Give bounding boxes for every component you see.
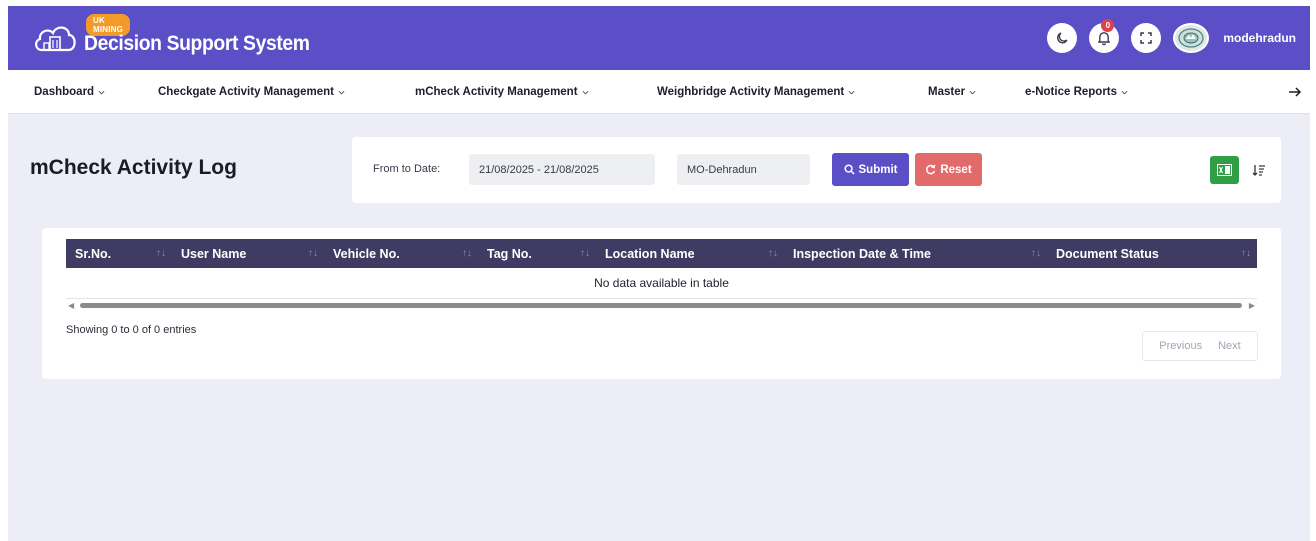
menu-scroll-button[interactable] [1288, 70, 1302, 114]
menu-label: mCheck Activity Management [415, 86, 578, 98]
sort-icon[interactable]: ↑↓ [156, 239, 166, 268]
sort-icon[interactable]: ↑↓ [768, 239, 778, 268]
menu-master[interactable]: Master [928, 70, 976, 114]
scroll-left-icon[interactable]: ◀ [68, 301, 74, 310]
sort-icon[interactable]: ↑↓ [1031, 239, 1041, 268]
menu-mcheck[interactable]: mCheck Activity Management [415, 70, 589, 114]
column-header-tag-no[interactable]: Tag No. [487, 239, 532, 268]
cloud-building-logo-icon [35, 26, 76, 52]
next-page-button[interactable]: Next [1218, 340, 1241, 352]
chevron-down-icon [98, 90, 105, 94]
menu-label: Weighbridge Activity Management [657, 86, 845, 98]
refresh-icon [926, 164, 936, 175]
column-header-location-name[interactable]: Location Name [605, 239, 695, 268]
date-range-label: From to Date: [373, 163, 441, 175]
menu-label: Checkgate Activity Management [158, 86, 334, 98]
notifications-button[interactable]: 0 [1089, 19, 1120, 53]
menu-enotice-reports[interactable]: e-Notice Reports [1025, 70, 1128, 114]
scroll-right-icon[interactable]: ▶ [1249, 301, 1255, 310]
search-icon [843, 164, 855, 175]
export-excel-button[interactable] [1210, 156, 1239, 184]
reset-label: Reset [940, 163, 972, 176]
column-header-sr-no[interactable]: Sr.No. [75, 239, 111, 268]
column-header-user-name[interactable]: User Name [181, 239, 246, 268]
bell-icon [1098, 32, 1111, 46]
column-header-inspection-date[interactable]: Inspection Date & Time [793, 239, 931, 268]
page-title: mCheck Activity Log [30, 156, 237, 179]
sort-icon[interactable]: ↑↓ [462, 239, 472, 268]
app-title: Decision Support System [84, 32, 310, 55]
brand[interactable]: UK MINING Decision Support System [32, 6, 310, 70]
dark-mode-button[interactable] [1047, 23, 1078, 53]
arrow-right-icon [1289, 87, 1302, 97]
chevron-down-icon [969, 90, 976, 94]
app-window: UK MINING Decision Support System 0 mode… [0, 0, 1316, 541]
data-table-card: Sr.No. ↑↓ User Name ↑↓ Vehicle No. ↑↓ Ta… [42, 228, 1281, 379]
username[interactable]: modehradun [1223, 31, 1296, 45]
user-avatar[interactable] [1173, 23, 1210, 53]
horizontal-scrollbar[interactable]: ◀ ▶ [66, 301, 1257, 310]
sort-icon[interactable]: ↑↓ [1241, 239, 1251, 268]
header-actions: 0 modehradun [1047, 6, 1296, 70]
chevron-down-icon [848, 90, 855, 94]
emblem-icon [1178, 28, 1204, 48]
filter-panel: From to Date: 21/08/2025 - 21/08/2025 MO… [352, 137, 1281, 203]
fullscreen-icon [1140, 32, 1153, 44]
table-empty-row: No data available in table [66, 268, 1257, 299]
moon-icon [1057, 32, 1068, 44]
menu-checkgate[interactable]: Checkgate Activity Management [158, 70, 345, 114]
previous-page-button[interactable]: Previous [1159, 340, 1202, 352]
sort-icon[interactable]: ↑↓ [580, 239, 590, 268]
table-header: Sr.No. ↑↓ User Name ↑↓ Vehicle No. ↑↓ Ta… [66, 239, 1257, 268]
main-menu: Dashboard Checkgate Activity Management … [8, 70, 1310, 114]
excel-icon [1217, 164, 1232, 176]
date-range-input[interactable]: 21/08/2025 - 21/08/2025 [469, 154, 655, 185]
column-header-document-status[interactable]: Document Status [1056, 239, 1159, 268]
pagination: Previous Next [1142, 331, 1258, 361]
menu-label: Dashboard [34, 86, 95, 98]
table-info: Showing 0 to 0 of 0 entries [66, 324, 197, 336]
menu-label: Master [928, 86, 966, 98]
scrollbar-thumb[interactable] [80, 303, 1242, 308]
chevron-down-icon [1121, 90, 1128, 94]
submit-label: Submit [858, 163, 898, 176]
sort-icon[interactable]: ↑↓ [308, 239, 318, 268]
sort-descending-icon [1252, 165, 1265, 176]
chevron-down-icon [582, 90, 589, 94]
office-select[interactable]: MO-Dehradun [677, 154, 810, 185]
reset-button[interactable]: Reset [915, 153, 982, 186]
top-header: UK MINING Decision Support System 0 mode… [8, 6, 1310, 70]
column-header-vehicle-no[interactable]: Vehicle No. [333, 239, 400, 268]
sort-button[interactable] [1246, 156, 1272, 184]
chevron-down-icon [338, 90, 345, 94]
menu-dashboard[interactable]: Dashboard [34, 70, 105, 114]
submit-button[interactable]: Submit [832, 153, 909, 186]
fullscreen-button[interactable] [1131, 23, 1162, 53]
menu-weighbridge[interactable]: Weighbridge Activity Management [657, 70, 855, 114]
menu-label: e-Notice Reports [1025, 86, 1118, 98]
notification-count-badge: 0 [1101, 19, 1115, 32]
